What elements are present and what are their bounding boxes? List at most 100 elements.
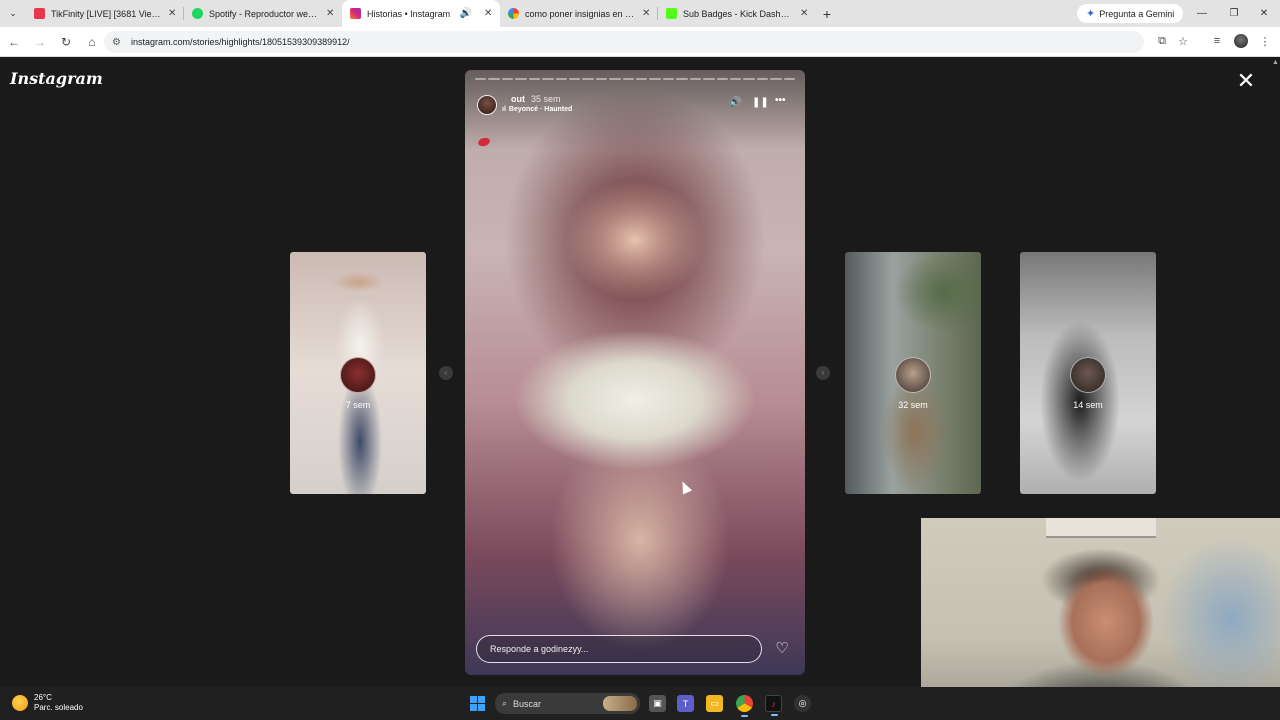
- story-progress-segment: [515, 78, 527, 80]
- story-progress-segment: [743, 78, 755, 80]
- task-view-icon[interactable]: ▣: [649, 695, 666, 712]
- site-info-icon[interactable]: ⚙: [112, 37, 121, 48]
- reading-list-icon[interactable]: ≡: [1206, 30, 1228, 52]
- story-preview-next[interactable]: 32 sem: [845, 252, 981, 494]
- minimize-icon[interactable]: —: [1186, 0, 1218, 27]
- gemini-button[interactable]: ✦ Pregunta a Gemini: [1077, 4, 1184, 23]
- story-username[interactable]: out: [511, 94, 525, 104]
- previous-story-chevron-icon[interactable]: ‹: [439, 366, 453, 380]
- forward-arrow-icon[interactable]: →: [28, 30, 52, 54]
- tab-google-search[interactable]: como poner insignias en kick - ✕: [500, 0, 658, 27]
- url-text: instagram.com/stories/highlights/1805153…: [130, 37, 350, 47]
- tab-label: TikFinity [LIVE] [3681 Viewers]: [51, 8, 162, 19]
- story-preview-previous[interactable]: 7 sem: [290, 252, 426, 494]
- windows-start-icon[interactable]: [470, 696, 485, 711]
- browser-tab-strip: ⌄ TikFinity [LIVE] [3681 Viewers] ✕ Spot…: [0, 0, 1280, 27]
- story-progress-segment: [703, 78, 715, 80]
- tab-spotify[interactable]: Spotify - Reproductor web: música ✕: [184, 0, 342, 27]
- tikfinity-favicon-icon: [34, 8, 45, 19]
- close-tab-icon[interactable]: ✕: [484, 8, 494, 19]
- gemini-label: Pregunta a Gemini: [1099, 8, 1175, 19]
- close-viewer-icon[interactable]: ✕: [1236, 70, 1256, 92]
- preview-time: 7 sem: [345, 400, 371, 410]
- window-close-icon[interactable]: ✕: [1248, 0, 1280, 27]
- weather-temperature: 26°C: [34, 693, 52, 702]
- music-bars-icon: ıl: [502, 106, 506, 113]
- story-progress-segment: [730, 78, 742, 80]
- tiktok-icon[interactable]: ♪: [765, 695, 782, 716]
- app-icon[interactable]: ◎: [794, 695, 811, 712]
- story-preview-next-2[interactable]: 14 sem: [1020, 252, 1156, 494]
- tab-kick-dashboard[interactable]: Sub Badges - Kick Dashboard ✕: [658, 0, 816, 27]
- back-arrow-icon[interactable]: ←: [2, 30, 26, 54]
- new-tab-plus-icon[interactable]: +: [816, 6, 838, 22]
- preview-avatar: [340, 357, 376, 393]
- preview-time: 14 sem: [1073, 400, 1103, 410]
- story-progress-segment: [609, 78, 621, 80]
- story-progress-bar: [475, 78, 796, 80]
- story-music[interactable]: ıl Beyoncé · Haunted: [502, 106, 572, 113]
- story-song-label: Beyoncé · Haunted: [508, 106, 573, 113]
- story-progress-segment: [676, 78, 688, 80]
- instagram-logo[interactable]: Instagram: [10, 69, 103, 88]
- install-app-icon[interactable]: ⧉: [1151, 30, 1173, 52]
- browser-menu-icon[interactable]: ⋮: [1254, 30, 1276, 52]
- close-tab-icon[interactable]: ✕: [326, 8, 336, 19]
- tab-audio-icon[interactable]: 🔊: [460, 8, 472, 19]
- search-highlight-image: [603, 696, 637, 711]
- story-progress-segment: [501, 78, 514, 80]
- home-icon[interactable]: ⌂: [80, 30, 104, 54]
- story-progress-segment: [756, 78, 769, 80]
- active-story[interactable]: out 35 sem ıl Beyoncé · Haunted 🔊 ❚❚ •••…: [465, 70, 805, 675]
- reload-icon[interactable]: ↻: [54, 30, 78, 54]
- search-placeholder: Buscar: [513, 698, 542, 709]
- story-progress-segment: [636, 78, 648, 80]
- volume-icon[interactable]: 🔊: [729, 97, 741, 108]
- close-tab-icon[interactable]: ✕: [168, 8, 178, 19]
- scroll-up-icon[interactable]: ▲: [1272, 59, 1279, 66]
- tab-instagram[interactable]: Historias • Instagram 🔊 ✕: [342, 0, 500, 27]
- story-progress-segment: [568, 78, 581, 80]
- story-progress-segment: [528, 78, 541, 80]
- chrome-icon[interactable]: [736, 695, 753, 717]
- tab-tikfinity[interactable]: TikFinity [LIVE] [3681 Viewers] ✕: [26, 0, 184, 27]
- story-time-ago: 35 sem: [531, 94, 561, 104]
- reply-placeholder: Responde a godinezyy...: [490, 644, 589, 654]
- taskbar-search[interactable]: ⌕ Buscar: [495, 693, 640, 714]
- preview-avatar: [1070, 357, 1106, 393]
- google-favicon-icon: [508, 8, 519, 19]
- close-tab-icon[interactable]: ✕: [642, 8, 652, 19]
- close-tab-icon[interactable]: ✕: [800, 8, 810, 19]
- instagram-favicon-icon: [350, 8, 361, 19]
- preview-avatar: [895, 357, 931, 393]
- story-progress-segment: [595, 78, 608, 80]
- kick-favicon-icon: [666, 8, 677, 19]
- story-progress-segment: [582, 78, 594, 80]
- story-progress-segment: [488, 78, 500, 80]
- teams-icon[interactable]: T: [677, 695, 694, 712]
- more-options-icon[interactable]: •••: [775, 95, 786, 106]
- story-progress-segment: [783, 78, 796, 80]
- weather-description: Parc. soleado: [34, 703, 83, 712]
- bookmark-star-icon[interactable]: ☆: [1172, 30, 1194, 52]
- browser-toolbar: ← → ↻ ⌂ ⚙ instagram.com/stories/highligh…: [0, 27, 1280, 57]
- tab-label: Spotify - Reproductor web: música: [209, 8, 320, 19]
- pause-icon[interactable]: ❚❚: [752, 97, 769, 108]
- story-reply-input[interactable]: Responde a godinezyy...: [476, 635, 762, 663]
- next-story-chevron-icon[interactable]: ›: [816, 366, 830, 380]
- screen: ⌄ TikFinity [LIVE] [3681 Viewers] ✕ Spot…: [0, 0, 1280, 720]
- like-heart-icon[interactable]: ♡: [772, 639, 792, 659]
- story-progress-segment: [542, 78, 554, 80]
- story-progress-segment: [649, 78, 661, 80]
- restore-icon[interactable]: ❐: [1218, 0, 1250, 27]
- story-user-avatar[interactable]: [477, 95, 497, 115]
- story-progress-segment: [622, 78, 635, 80]
- file-explorer-icon[interactable]: ▭: [706, 695, 723, 712]
- story-progress-segment: [716, 78, 729, 80]
- profile-avatar[interactable]: [1230, 30, 1252, 52]
- tab-label: Sub Badges - Kick Dashboard: [683, 8, 794, 19]
- weather-widget[interactable]: 26°C Parc. soleado: [12, 693, 83, 713]
- spotify-favicon-icon: [192, 8, 203, 19]
- address-bar[interactable]: ⚙ instagram.com/stories/highlights/18051…: [104, 31, 1144, 53]
- tab-search-chevron-icon[interactable]: ⌄: [0, 0, 26, 27]
